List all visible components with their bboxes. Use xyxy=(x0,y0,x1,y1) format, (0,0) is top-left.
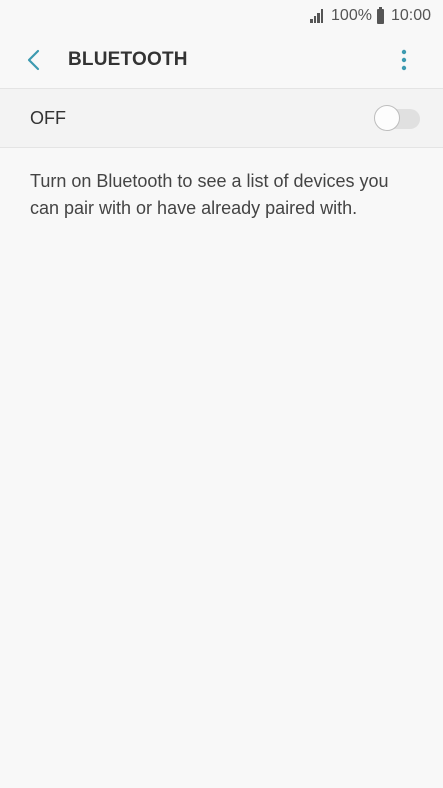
switch-thumb xyxy=(374,105,400,131)
signal-icon xyxy=(310,9,324,23)
back-button[interactable] xyxy=(14,40,54,80)
page-title: BLUETOOTH xyxy=(68,49,188,70)
status-bar: 100% 10:00 xyxy=(0,0,443,32)
toggle-state-label: OFF xyxy=(30,107,66,128)
bluetooth-info-text: Turn on Bluetooth to see a list of devic… xyxy=(30,171,389,218)
battery-percent: 100% xyxy=(331,7,372,24)
more-options-button[interactable] xyxy=(384,40,424,80)
more-vertical-icon xyxy=(401,49,407,71)
chevron-left-icon xyxy=(27,49,40,71)
clock: 10:00 xyxy=(390,7,431,24)
battery-icon xyxy=(376,6,384,24)
bluetooth-toggle-row[interactable]: OFF xyxy=(0,88,443,148)
bluetooth-switch[interactable] xyxy=(374,105,420,131)
app-bar: BLUETOOTH xyxy=(0,32,443,88)
